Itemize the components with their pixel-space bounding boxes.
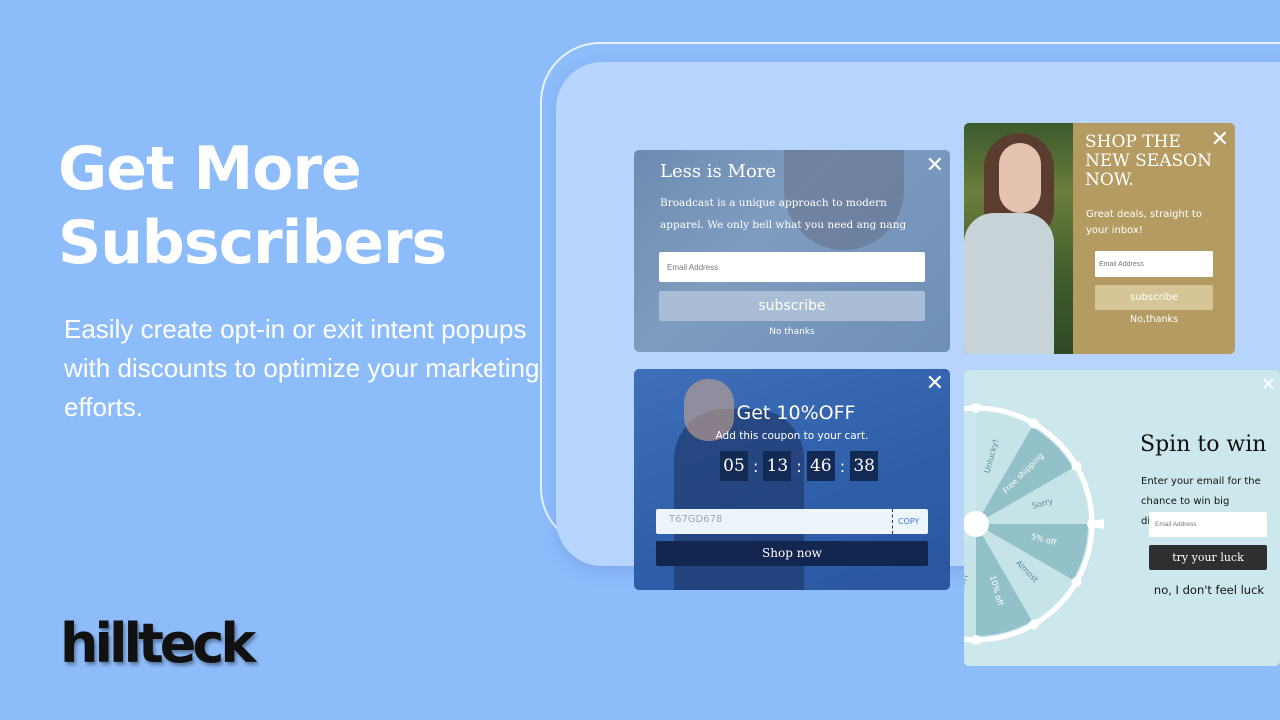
model-photo <box>964 123 1073 354</box>
no-thanks-link[interactable]: No thanks <box>634 327 950 337</box>
prize-wheel[interactable]: Unlucky! Free shippingSorry5% offAlmost10… <box>964 370 1104 666</box>
popup-body: Add this coupon to your cart. <box>715 430 869 442</box>
wheel-peg <box>971 635 981 645</box>
subscribe-button[interactable]: subscribe <box>659 291 925 321</box>
shop-now-button[interactable]: Shop now <box>656 541 928 566</box>
hillteck-logo: hillteck <box>60 612 256 675</box>
headline-line-2: Subscribers <box>58 208 447 278</box>
wheel-peg <box>1029 418 1039 429</box>
popup-less-is-more: ✕ Less is More Broadcast is a unique app… <box>634 150 950 352</box>
popup-body: Broadcast is a unique approach to modern… <box>660 197 907 231</box>
popup-new-season: ✕ SHOP THE NEW SEASON NOW. Great deals, … <box>964 123 1235 354</box>
countdown-minutes: 46 <box>806 451 835 481</box>
popup-spin-to-win: Unlucky! Free shipping Sorry 5% off Almost 10… <box>964 370 1280 666</box>
no-thanks-link[interactable]: No,thanks <box>1095 314 1213 325</box>
popup-title: Get 10%OFF <box>736 402 856 424</box>
wheel-hub <box>964 511 989 537</box>
close-icon[interactable]: ✕ <box>926 373 944 395</box>
subscribe-button[interactable]: subscribe <box>1095 285 1213 310</box>
popup-title: Less is More <box>660 161 777 182</box>
copy-button[interactable]: COPY <box>892 509 919 534</box>
close-icon[interactable]: ✕ <box>926 155 944 177</box>
popup-title: Spin to win <box>1140 432 1267 457</box>
decline-link[interactable]: no, I don't feel luck <box>1144 583 1274 597</box>
popup-body: Great deals, straight to your inbox! <box>1086 209 1202 236</box>
coupon-field: T67GD678 COPY <box>656 509 928 534</box>
hero-headline: Get More Subscribers <box>58 132 447 280</box>
countdown-timer: 05: 13: 46: 38 <box>720 451 879 481</box>
wheel-peg <box>1071 577 1082 587</box>
try-your-luck-button[interactable]: try your luck <box>1149 545 1267 570</box>
email-input[interactable] <box>1149 512 1267 537</box>
countdown-days: 05 <box>720 451 748 481</box>
countdown-hours: 13 <box>763 451 792 481</box>
wheel-peg <box>1029 619 1039 630</box>
countdown-seconds: 38 <box>850 451 879 481</box>
popup-title: SHOP THE NEW SEASON NOW. <box>1085 132 1212 190</box>
headline-line-1: Get More <box>58 134 362 204</box>
wheel-peg <box>1071 461 1082 471</box>
hero-subtitle: Easily create opt-in or exit intent popu… <box>64 314 540 422</box>
wheel-peg <box>971 403 981 413</box>
email-input[interactable] <box>659 252 925 282</box>
email-input[interactable] <box>1095 251 1213 277</box>
close-icon[interactable]: ✕ <box>1261 374 1276 396</box>
popup-coupon: ✕ Get 10%OFF Add this coupon to your car… <box>634 369 950 590</box>
coupon-code[interactable]: T67GD678 <box>669 514 722 525</box>
